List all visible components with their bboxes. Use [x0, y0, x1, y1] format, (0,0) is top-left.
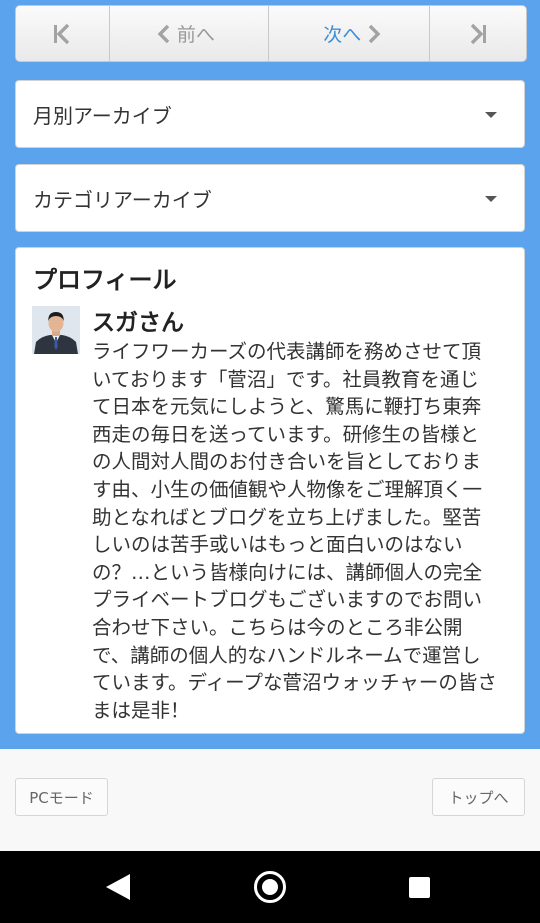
avatar: [32, 306, 80, 354]
chevron-right-icon: [369, 24, 381, 43]
skip-last-icon: [471, 23, 487, 44]
pc-mode-button[interactable]: PCモード: [15, 778, 108, 816]
category-archive-label: カテゴリアーカイブ: [33, 187, 212, 212]
pager: 前へ 次へ: [15, 5, 527, 62]
next-page-button[interactable]: 次へ: [269, 6, 431, 61]
back-to-top-button[interactable]: トップへ: [432, 778, 525, 816]
monthly-archive-select[interactable]: 月別アーカイブ: [15, 80, 525, 148]
back-icon[interactable]: [106, 874, 130, 900]
monthly-archive-label: 月別アーカイブ: [33, 103, 172, 128]
caret-down-icon: [485, 112, 497, 118]
profile-title: プロフィール: [33, 266, 177, 294]
profile-description: ライフワーカーズの代表講師を務めさせて頂いております「菅沼」です。社員教育を通じ…: [92, 340, 497, 722]
next-label: 次へ: [323, 24, 362, 46]
chevron-left-icon: [157, 24, 170, 43]
profile-card: プロフィール スガさん ライフワーカーズの代表講師を務めさせて頂いております「菅…: [15, 247, 525, 734]
caret-down-icon: [485, 196, 497, 202]
category-archive-select[interactable]: カテゴリアーカイブ: [15, 164, 525, 232]
recent-apps-icon[interactable]: [409, 877, 430, 898]
android-navigation-bar: [0, 851, 540, 923]
prev-page-button[interactable]: 前へ: [109, 6, 270, 61]
prev-label: 前へ: [176, 24, 215, 46]
profile-name: スガさん: [92, 310, 184, 336]
home-icon[interactable]: [254, 871, 286, 903]
last-page-button[interactable]: [430, 6, 526, 61]
skip-first-icon: [54, 23, 70, 44]
first-page-button[interactable]: [16, 6, 110, 61]
